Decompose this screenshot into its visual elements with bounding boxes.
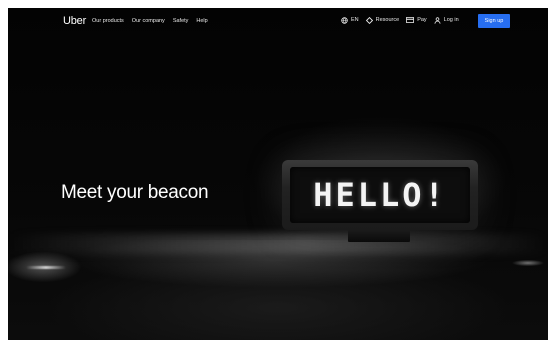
nav-link-help[interactable]: Help [196,17,207,25]
language-label: EN [351,17,359,23]
roof-glint [508,258,548,268]
secondary-nav: EN Resource Pay Log in [341,16,459,24]
nav-link-our-company[interactable]: Our company [132,17,165,25]
resource-label: Resource [375,17,400,23]
signup-button[interactable]: Sign up [478,14,510,28]
nav-link-our-products[interactable]: Our products [92,17,124,25]
login-label: Log in [443,17,459,23]
pay-label: Pay [417,17,427,23]
primary-nav-links: Our products Our company Safety Help [92,17,208,25]
page-frame: HELLO! Meet your beacon Uber Our product… [8,8,548,340]
diamond-icon [365,16,373,24]
globe-icon [341,16,348,24]
resource-link[interactable]: Resource [365,16,400,24]
hero-headline: Meet your beacon [61,182,209,203]
beacon-screen: HELLO! [290,167,470,223]
uber-logo[interactable]: Uber [63,15,86,27]
person-icon [434,16,441,24]
login-link[interactable]: Log in [434,16,459,24]
mirror-glint [26,266,66,269]
top-navigation: Uber Our products Our company Safety Hel… [8,8,548,34]
card-icon [406,17,415,23]
beacon-stand [348,230,410,242]
language-selector[interactable]: EN [341,16,359,24]
nav-link-safety[interactable]: Safety [173,17,189,25]
pay-link[interactable]: Pay [406,16,427,24]
beacon-display-text: HELLO! [313,176,447,214]
beacon-device: HELLO! [282,160,478,230]
